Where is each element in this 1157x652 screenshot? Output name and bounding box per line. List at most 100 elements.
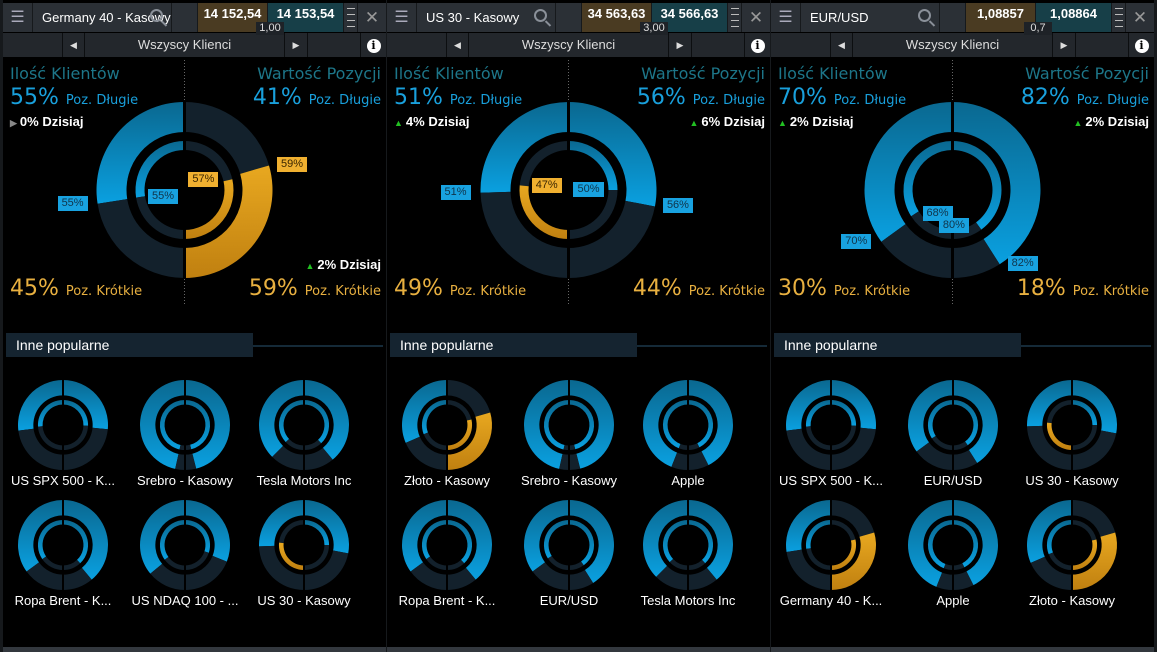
clients-short: 49% Poz. Krótkie [394,276,527,301]
inner-right-percent-tag: 50% [573,182,604,197]
scrollbar[interactable] [387,647,770,652]
mini-clients-inner-short-arc [426,556,447,571]
popular-instrument-chart[interactable] [17,379,108,471]
inner-right-percent-tag: 80% [938,218,969,234]
mini-clients-inner-short-arc [164,557,185,571]
popular-instrument-chart[interactable] [18,499,108,591]
mini-clients-inner-short-arc [42,556,63,571]
popular-instrument-chart[interactable] [402,379,492,471]
sentiment-panel: ☰ EUR/USD 1,08857 1,08864 ✕ 0,7 ◀ Wszysc… [771,0,1154,652]
inner-left-percent-tag: 55% [148,189,179,205]
outer-right-percent-tag: 56% [662,198,693,214]
mini-value-inner-short-arc [831,539,857,571]
sentiment-panel: ☰ US 30 - Kasowy 34 563,63 34 566,63 ✕ 3… [387,0,770,652]
popular-section-header: Inne popularne [390,333,637,357]
popular-instrument-name[interactable]: Ropa Brent - K... [3,593,123,608]
outer-right-percent-tag: 59% [277,157,308,173]
popular-instrument-name[interactable]: US SPX 500 - K... [3,473,123,488]
clients-heading: Ilość Klientów [778,64,888,83]
clients-today-change: ▶ 0% Dzisiaj [10,114,84,129]
popular-instrument-name[interactable]: Ropa Brent - K... [387,593,507,608]
popular-instrument-name[interactable]: Tesla Motors Inc [628,593,748,608]
popular-instrument-chart[interactable] [259,499,349,591]
section-divider [637,345,767,347]
popular-instrument-chart[interactable] [402,499,492,591]
outer-left-percent-tag: 70% [841,233,872,249]
scrollbar[interactable] [3,647,386,652]
mini-clients-inner-short-arc [678,444,688,451]
popular-instrument-name[interactable]: Germany 40 - K... [771,593,891,608]
mini-clients-inner-long-arc [37,519,63,560]
popular-instrument-chart[interactable] [1027,379,1117,471]
popular-instrument-chart[interactable] [786,499,876,591]
trend-up-icon: ▲ [305,261,315,271]
trend-flat-icon: ▶ [10,118,17,128]
clients-today-change: ▲ 2% Dzisiaj [778,114,854,129]
clients-heading: Ilość Klientów [394,64,504,83]
main-clients-inner-long-arc [903,141,953,217]
value-short: 59% Poz. Krótkie [248,276,381,301]
clients-heading: Ilość Klientów [10,64,120,83]
popular-instrument-name[interactable]: Srebro - Kasowy [125,473,245,488]
popular-instrument-chart[interactable] [643,379,733,471]
sentiment-panel: ☰ Germany 40 - Kasowy 14 152,54 14 153,5… [3,0,386,652]
popular-instrument-name[interactable]: US 30 - Kasowy [244,593,364,608]
popular-instrument-chart[interactable] [908,379,998,471]
popular-instrument-name[interactable]: EUR/USD [509,593,629,608]
inner-left-percent-tag: 47% [531,177,562,193]
popular-instrument-chart[interactable] [524,379,614,471]
popular-instrument-name[interactable]: Złoto - Kasowy [1012,593,1132,608]
popular-instrument-name[interactable]: EUR/USD [893,473,1013,488]
popular-instrument-chart[interactable] [140,499,230,591]
outer-right-percent-tag: 82% [1007,256,1038,272]
popular-section-header: Inne popularne [6,333,253,357]
mini-clients-inner-long-arc [1046,519,1072,555]
popular-instrument-chart[interactable] [1027,499,1117,591]
mini-value-inner-short-arc [1072,539,1098,571]
value-short: 18% Poz. Krótkie [1016,276,1149,301]
popular-instrument-chart[interactable] [907,499,998,591]
spread-badge: 1,00 [256,22,284,35]
value-long: 41% Poz. Długie [252,85,381,110]
value-heading: Wartość Pozycji [1025,64,1149,83]
popular-instrument-chart[interactable] [139,379,230,471]
popular-instrument-chart[interactable] [643,499,733,591]
clients-short: 45% Poz. Krótkie [10,276,143,301]
inner-right-percent-tag: 57% [188,172,219,188]
popular-instrument-name[interactable]: Tesla Motors Inc [244,473,364,488]
trend-up-icon: ▲ [778,118,787,128]
clients-long: 51% Poz. Długie [394,85,523,110]
value-long: 82% Poz. Długie [1020,85,1149,110]
popular-instrument-name[interactable]: Złoto - Kasowy [387,473,507,488]
value-heading: Wartość Pozycji [641,64,765,83]
mini-value-inner-short-arc [447,419,473,451]
main-value-inner-short-arc [184,179,234,239]
mini-clients-inner-long-arc [543,519,569,559]
trend-up-icon: ▲ [1073,118,1083,128]
clients-short: 30% Poz. Krótkie [778,276,911,301]
value-today-change: ▲ 6% Dzisiaj [689,114,765,129]
value-today-change: ▲ 2% Dzisiaj [305,257,381,272]
popular-instrument-name[interactable]: US NDAQ 100 - ... [125,593,245,608]
popular-instrument-chart[interactable] [259,379,349,471]
outer-left-percent-tag: 55% [57,195,88,211]
mini-value-inner-short-arc [953,563,965,571]
mini-clients-inner-long-arc [421,519,447,560]
mini-value-inner-long-arc [185,519,211,553]
mini-clients-inner-short-arc [547,555,569,571]
scrollbar[interactable] [771,647,1154,652]
outer-left-percent-tag: 51% [440,184,471,200]
popular-instrument-chart[interactable] [786,379,876,471]
section-divider [253,345,383,347]
trend-up-icon: ▲ [394,118,403,128]
value-short: 44% Poz. Krótkie [632,276,765,301]
clients-today-change: ▲ 4% Dzisiaj [394,114,470,129]
popular-instrument-name[interactable]: Apple [628,473,748,488]
popular-instrument-name[interactable]: Srebro - Kasowy [509,473,629,488]
mini-clients-inner-short-arc [943,564,953,571]
popular-instrument-chart[interactable] [524,499,614,591]
section-divider [1021,345,1151,347]
popular-instrument-name[interactable]: US 30 - Kasowy [1012,473,1132,488]
popular-instrument-name[interactable]: Apple [893,593,1013,608]
popular-instrument-name[interactable]: US SPX 500 - K... [771,473,891,488]
